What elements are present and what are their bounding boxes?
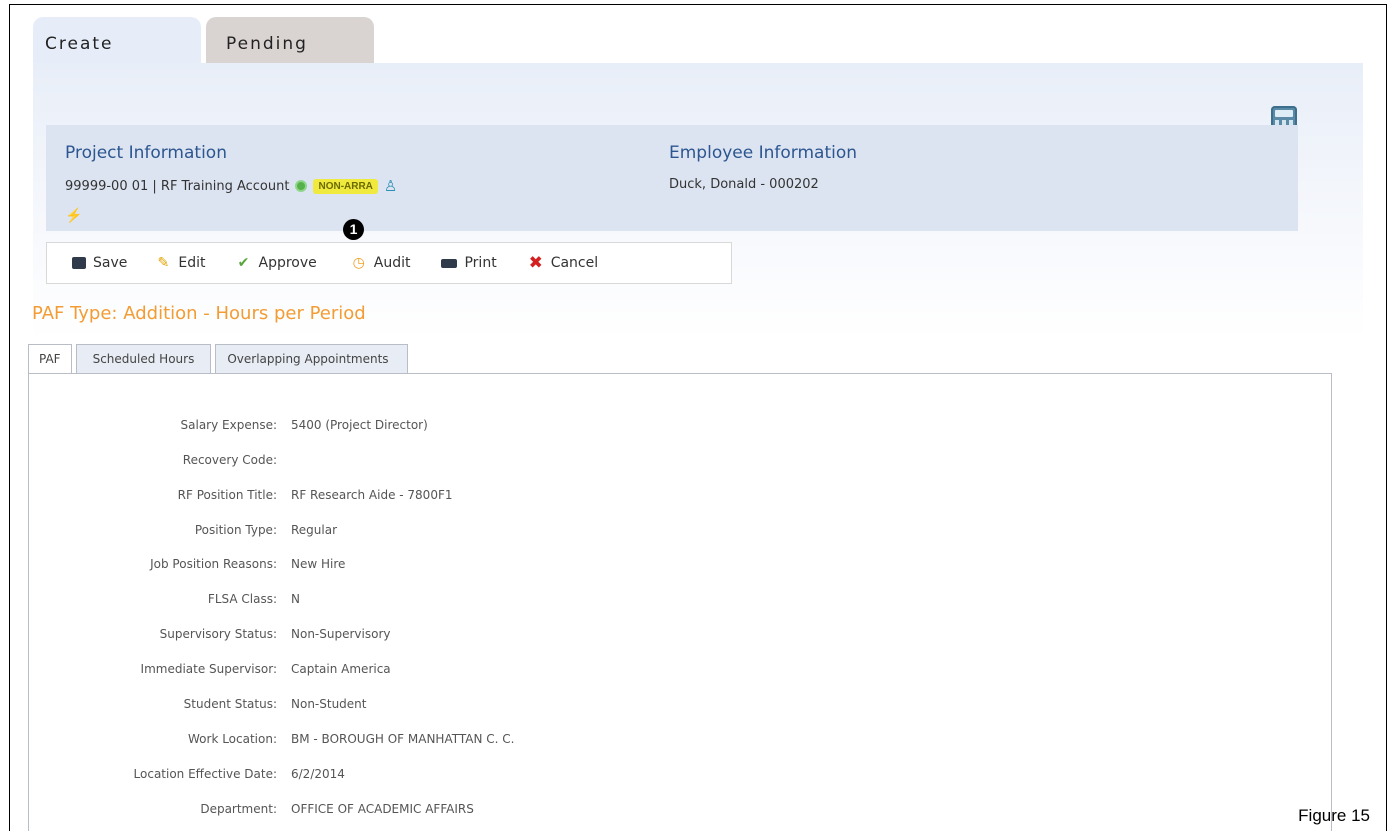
field-label: Location Effective Date: (133, 767, 277, 781)
x-icon: ✖ (528, 253, 543, 273)
person-icon[interactable]: ♙ (384, 177, 397, 195)
field-row-student-status: Student Status: Non-Student (29, 697, 729, 717)
tab-paf[interactable]: PAF (28, 344, 72, 375)
field-value: Regular (291, 523, 338, 537)
field-value: Non-Student (291, 697, 367, 711)
field-value: Non-Supervisory (291, 627, 391, 641)
info-panel: Project Information 99999-00 01 | RF Tra… (46, 125, 1298, 231)
figure-caption: Figure 15 (1298, 806, 1370, 825)
funding-badge: NON-ARRA (313, 178, 378, 194)
status-circle-icon (295, 180, 308, 192)
floppy-disk-icon (72, 257, 86, 269)
project-account: 99999-00 01 | RF Training Account (65, 178, 290, 194)
project-info-title: Project Information (65, 143, 227, 163)
edit-label: Edit (178, 255, 206, 271)
field-value: 5400 (Project Director) (291, 418, 428, 432)
callout-marker: 1 (343, 219, 364, 240)
action-toolbar: Save ✎ Edit ✔ Approve ◷ Audit Print ✖ Ca… (46, 242, 732, 284)
paf-type-heading: PAF Type: Addition - Hours per Period (32, 303, 366, 324)
print-button[interactable]: Print (441, 255, 497, 271)
clock-icon: ◷ (352, 255, 365, 271)
top-tab-bar: Create Pending (33, 17, 374, 65)
field-label: Supervisory Status: (159, 627, 277, 641)
field-value: New Hire (291, 557, 346, 571)
print-label: Print (464, 255, 497, 271)
approve-label: Approve (258, 255, 317, 271)
employee-name: Duck, Donald - 000202 (669, 177, 819, 192)
tab-create[interactable]: Create (33, 17, 201, 65)
field-value: BM - BOROUGH OF MANHATTAN C. C. (291, 732, 515, 746)
approve-button[interactable]: ✔ Approve (236, 255, 317, 271)
field-label: FLSA Class: (207, 592, 277, 606)
sub-tab-bar: PAF Scheduled Hours Overlapping Appointm… (28, 344, 412, 375)
field-label: Student Status: (183, 697, 277, 711)
field-row-salary-expense: Salary Expense: 5400 (Project Director) (29, 418, 729, 438)
screenshot-frame: Create Pending Project Information 99999… (9, 4, 1387, 831)
tab-pending[interactable]: Pending (206, 17, 374, 65)
field-value: N (291, 592, 300, 606)
field-row-rf-position-title: RF Position Title: RF Research Aide - 78… (29, 488, 729, 508)
printer-icon (441, 258, 458, 268)
field-label: Department: (200, 802, 277, 816)
edit-button[interactable]: ✎ Edit (155, 255, 206, 271)
field-value: 6/2/2014 (291, 767, 345, 781)
employee-info-title: Employee Information (669, 143, 858, 163)
audit-button[interactable]: ◷ Audit (351, 255, 411, 271)
field-label: RF Position Title: (177, 488, 277, 502)
field-label: Salary Expense: (180, 418, 277, 432)
field-row-supervisory-status: Supervisory Status: Non-Supervisory (29, 627, 729, 647)
lightning-icon[interactable]: ⚡ (65, 207, 82, 224)
field-value: OFFICE OF ACADEMIC AFFAIRS (291, 802, 474, 816)
field-row-recovery-code: Recovery Code: (29, 453, 729, 473)
field-label: Job Position Reasons: (150, 557, 277, 571)
field-row-immediate-supervisor: Immediate Supervisor: Captain America (29, 662, 729, 682)
field-value: Captain America (291, 662, 391, 676)
field-row-department: Department: OFFICE OF ACADEMIC AFFAIRS (29, 802, 729, 822)
field-row-location-effective-date: Location Effective Date: 6/2/2014 (29, 767, 729, 787)
audit-label: Audit (373, 255, 411, 271)
paf-details-panel: Salary Expense: 5400 (Project Director) … (28, 373, 1332, 831)
field-label: Work Location: (188, 732, 277, 746)
field-row-work-location: Work Location: BM - BOROUGH OF MANHATTAN… (29, 732, 729, 752)
tab-overlapping-appointments[interactable]: Overlapping Appointments (215, 344, 408, 374)
field-row-position-type: Position Type: Regular (29, 523, 729, 543)
field-label: Immediate Supervisor: (140, 662, 277, 676)
field-row-flsa-class: FLSA Class: N (29, 592, 729, 612)
save-button[interactable]: Save (72, 255, 127, 271)
field-label: Position Type: (194, 523, 277, 537)
field-label: Recovery Code: (182, 453, 277, 467)
cancel-button[interactable]: ✖ Cancel (528, 253, 599, 273)
field-value: RF Research Aide - 7800F1 (291, 488, 453, 502)
project-account-line: 99999-00 01 | RF Training Account NON-AR… (65, 177, 397, 195)
cancel-label: Cancel (550, 255, 599, 271)
checkmark-icon: ✔ (237, 255, 250, 271)
save-label: Save (93, 255, 128, 271)
pencil-icon: ✎ (157, 255, 170, 271)
tab-scheduled-hours[interactable]: Scheduled Hours (75, 344, 212, 374)
field-row-job-position-reasons: Job Position Reasons: New Hire (29, 557, 729, 577)
